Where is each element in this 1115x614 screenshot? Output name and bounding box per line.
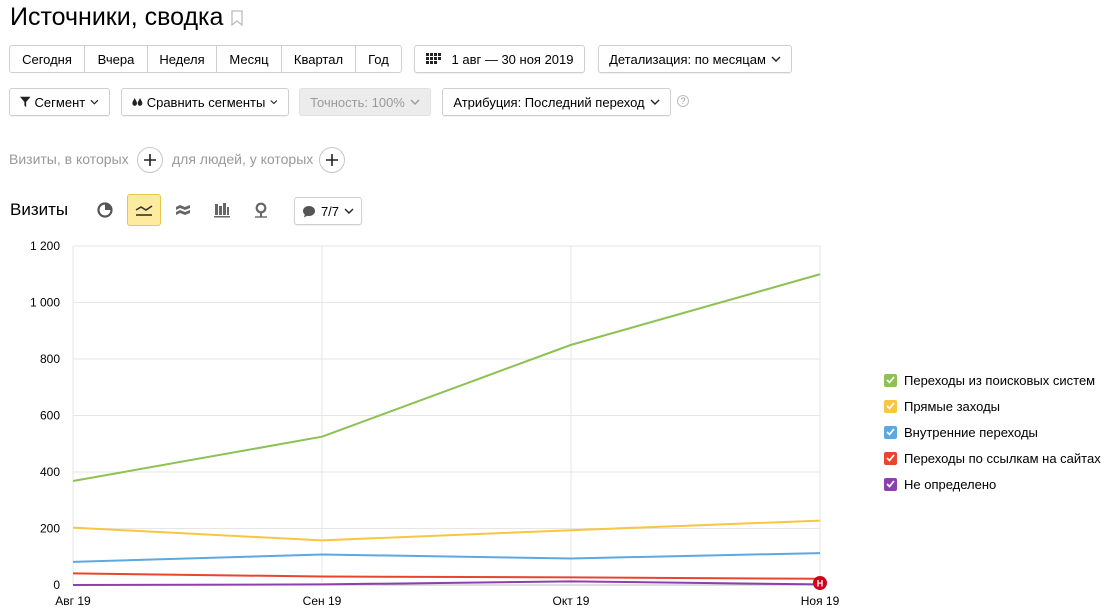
visits-condition-label: Визиты, в которых — [9, 151, 129, 167]
map-chart-button[interactable] — [244, 194, 278, 226]
series-line[interactable] — [72, 572, 821, 580]
legend-checkbox[interactable] — [884, 451, 897, 465]
legend-checkbox[interactable] — [884, 399, 897, 413]
pie-chart-icon — [97, 202, 113, 218]
chevron-down-icon — [650, 99, 660, 105]
period-today-button[interactable]: Сегодня — [10, 46, 85, 72]
legend-checkbox[interactable] — [884, 425, 897, 439]
legend-item[interactable]: Прямые заходы — [884, 393, 1101, 419]
legend-item[interactable]: Переходы по ссылкам на сайтах — [884, 445, 1101, 471]
drops-icon — [132, 98, 143, 106]
filter-icon — [20, 96, 31, 108]
series-line[interactable] — [72, 580, 821, 586]
chevron-down-icon — [90, 99, 99, 105]
period-week-button[interactable]: Неделя — [148, 46, 217, 72]
x-tick-label: Сен 19 — [303, 594, 342, 608]
series-line[interactable] — [72, 273, 821, 483]
people-condition-label: для людей, у которых — [172, 151, 314, 167]
line-chart-icon — [135, 205, 153, 216]
legend-item[interactable]: Не определено — [884, 471, 1101, 497]
bar-chart-icon — [214, 203, 230, 218]
x-tick-label: Авг 19 — [55, 594, 91, 608]
page-title: Источники, сводка — [10, 3, 224, 31]
y-tick-label: 600 — [40, 409, 60, 423]
map-pin-icon — [255, 202, 267, 218]
detail-label: Детализация: по месяцам — [609, 51, 766, 67]
y-tick-label: 800 — [40, 352, 60, 366]
notes-dropdown[interactable]: 7/7 — [294, 197, 362, 225]
chevron-down-icon — [410, 99, 420, 105]
add-people-condition-button[interactable] — [319, 147, 345, 173]
pie-chart-button[interactable] — [88, 194, 122, 226]
y-tick-label: 1 200 — [30, 239, 60, 253]
line-chart-button[interactable] — [127, 194, 161, 226]
chevron-down-icon — [270, 100, 278, 105]
bookmark-icon[interactable] — [231, 10, 243, 26]
check-icon — [886, 376, 895, 384]
attribution-label: Атрибуция: Последний переход — [453, 94, 645, 110]
add-visit-condition-button[interactable] — [137, 147, 163, 173]
segment-button[interactable]: Сегмент — [9, 88, 110, 116]
attribution-dropdown[interactable]: Атрибуция: Последний переход — [442, 88, 671, 116]
annotation-marker-label: Н — [817, 579, 824, 589]
detail-dropdown[interactable]: Детализация: по месяцам — [598, 45, 792, 73]
x-tick-label: Окт 19 — [553, 594, 590, 608]
check-icon — [886, 402, 895, 410]
series-line[interactable] — [72, 519, 821, 542]
legend-item[interactable]: Переходы из поисковых систем — [884, 367, 1101, 393]
bar-chart-button[interactable] — [205, 194, 239, 226]
accuracy-label: Точность: 100% — [310, 94, 405, 110]
segment-label: Сегмент — [34, 94, 86, 110]
x-tick-label: Ноя 19 — [801, 594, 840, 608]
legend-label: Прямые заходы — [904, 398, 1001, 414]
period-year-button[interactable]: Год — [356, 46, 401, 72]
chart-legend: Переходы из поисковых систем Прямые заход… — [884, 367, 1101, 497]
legend-checkbox[interactable] — [884, 373, 897, 387]
period-yesterday-button[interactable]: Вчера — [85, 46, 148, 72]
plus-icon — [144, 154, 156, 166]
chevron-down-icon — [771, 56, 781, 62]
legend-label: Не определено — [904, 476, 997, 492]
legend-label: Переходы из поисковых систем — [904, 372, 1096, 388]
compare-label: Сравнить сегменты — [146, 94, 266, 110]
comment-icon — [302, 205, 315, 217]
chart-title: Визиты — [10, 200, 69, 219]
legend-checkbox[interactable] — [884, 477, 897, 491]
help-icon[interactable]: ? — [677, 95, 689, 107]
legend-item[interactable]: Внутренние переходы — [884, 419, 1101, 445]
compare-segments-button[interactable]: Сравнить сегменты — [121, 88, 289, 116]
legend-label: Внутренние переходы — [904, 424, 1038, 440]
legend-label: Переходы по ссылкам на сайтах — [904, 450, 1101, 466]
y-tick-label: 200 — [40, 522, 60, 536]
date-range-button[interactable]: 1 авг — 30 ноя 2019 — [414, 45, 585, 73]
y-tick-label: 0 — [53, 578, 60, 592]
period-month-button[interactable]: Месяц — [217, 46, 282, 72]
check-icon — [886, 428, 895, 436]
area-chart-button[interactable] — [166, 194, 200, 226]
y-tick-label: 400 — [40, 465, 60, 479]
calendar-icon — [425, 53, 441, 64]
period-quarter-button[interactable]: Квартал — [282, 46, 356, 72]
chevron-down-icon — [344, 208, 354, 214]
notes-count: 7/7 — [320, 203, 340, 219]
check-icon — [886, 454, 895, 462]
area-chart-icon — [176, 205, 190, 215]
check-icon — [886, 480, 895, 488]
plus-icon — [326, 154, 338, 166]
period-selector: Сегодня Вчера Неделя Месяц Квартал Год — [9, 45, 402, 73]
y-tick-label: 1 000 — [30, 296, 60, 310]
visits-line-chart: 0 200 400 600 800 1 000 1 200 Авг 19 Сен 19 Окт … — [30, 239, 840, 608]
series-line[interactable] — [72, 552, 821, 563]
date-range-label: 1 авг — 30 ноя 2019 — [451, 51, 574, 67]
accuracy-dropdown: Точность: 100% — [299, 88, 431, 116]
